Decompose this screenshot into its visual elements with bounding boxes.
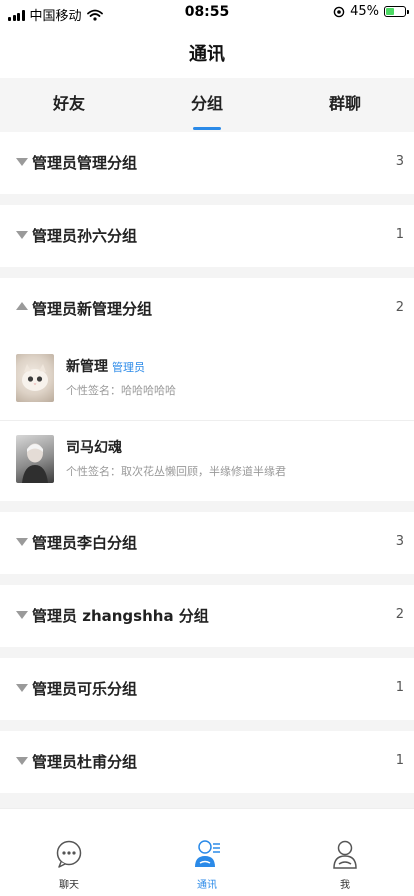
group-count: 3	[395, 154, 404, 169]
tabbar-label: 聊天	[59, 880, 79, 891]
admin-badge: 管理员	[112, 361, 145, 374]
tab-label: 好友	[52, 94, 85, 113]
bottom-tab-bar: 聊天 通讯 我	[0, 808, 414, 896]
collapse-arrow-icon	[16, 684, 28, 692]
group-count: 2	[395, 300, 404, 315]
member-name: 司马幻魂	[66, 440, 122, 456]
group-count: 1	[395, 680, 404, 695]
group-name: 管理员李白分组	[32, 534, 138, 552]
page-title: 通讯	[189, 44, 225, 65]
tab-groups[interactable]: 分组	[138, 78, 276, 132]
battery-icon	[384, 6, 409, 17]
tab-label: 分组	[190, 94, 223, 113]
avatar	[16, 354, 54, 402]
group-name: 管理员孙六分组	[32, 227, 138, 245]
location-icon	[333, 6, 345, 17]
group-name: 管理员 zhangshha 分组	[32, 607, 209, 625]
group-header[interactable]: 管理员孙六分组 1	[0, 205, 414, 267]
expanded-group: 管理员新管理分组 2 新管理 管理员 个性签名：哈哈哈哈哈 司马幻魂 个性签名：…	[0, 278, 414, 501]
group-count: 1	[395, 227, 404, 242]
group-count: 2	[395, 607, 404, 622]
group-count: 3	[395, 534, 404, 549]
battery-percent: 45%	[350, 4, 379, 19]
collapse-arrow-icon	[16, 231, 28, 239]
collapse-arrow-icon	[16, 538, 28, 546]
tab-active-indicator	[193, 127, 221, 130]
tabbar-item-contacts[interactable]: 通讯	[138, 809, 276, 896]
group-name: 管理员管理分组	[32, 154, 138, 172]
tabbar-item-me[interactable]: 我	[276, 809, 414, 896]
member-item[interactable]: 新管理 管理员 个性签名：哈哈哈哈哈	[0, 340, 414, 420]
collapse-arrow-icon	[16, 757, 28, 765]
avatar	[16, 435, 54, 483]
contacts-icon	[195, 840, 220, 867]
segment-tabs: 好友 分组 群聊	[0, 78, 414, 132]
group-header[interactable]: 管理员 zhangshha 分组 2	[0, 585, 414, 647]
collapse-arrow-icon	[16, 158, 28, 166]
expand-arrow-icon	[16, 302, 28, 310]
tab-friends[interactable]: 好友	[0, 78, 138, 132]
group-header[interactable]: 管理员新管理分组 2	[0, 278, 414, 340]
status-bar: 中国移动 08:55 45%	[0, 0, 414, 26]
tabbar-label: 通讯	[197, 880, 217, 891]
group-header[interactable]: 管理员李白分组 3	[0, 512, 414, 574]
chat-icon	[56, 840, 82, 868]
group-name: 管理员新管理分组	[32, 300, 153, 318]
group-name: 管理员杜甫分组	[32, 753, 138, 771]
nav-bar: 通讯	[0, 26, 414, 78]
group-list: 管理员管理分组 3 管理员孙六分组 1 管理员新管理分组 2 新管理 管理员 个…	[0, 132, 414, 802]
tab-label: 群聊	[328, 94, 361, 113]
group-count: 1	[395, 753, 404, 768]
group-header[interactable]: 管理员管理分组 3	[0, 132, 414, 194]
group-header[interactable]: 管理员可乐分组 1	[0, 658, 414, 720]
member-name: 新管理	[66, 359, 108, 375]
tabbar-item-chat[interactable]: 聊天	[0, 809, 138, 896]
group-name: 管理员可乐分组	[32, 680, 138, 698]
member-signature: 个性签名：哈哈哈哈哈	[66, 384, 176, 397]
collapse-arrow-icon	[16, 611, 28, 619]
tab-group-chats[interactable]: 群聊	[276, 78, 414, 132]
group-header[interactable]: 管理员杜甫分组 1	[0, 731, 414, 793]
tabbar-label: 我	[340, 880, 350, 891]
member-item[interactable]: 司马幻魂 个性签名：取次花丛懒回顾，半缘修道半缘君	[0, 420, 414, 501]
member-signature: 个性签名：取次花丛懒回顾，半缘修道半缘君	[66, 465, 286, 478]
profile-icon	[333, 840, 357, 869]
